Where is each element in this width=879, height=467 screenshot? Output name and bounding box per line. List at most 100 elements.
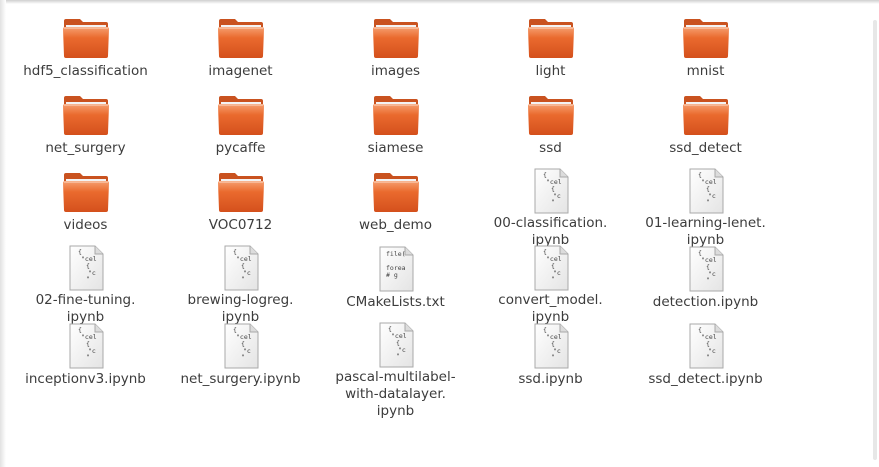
folder-item[interactable]: ssd — [473, 91, 628, 168]
folder-item[interactable]: hdf5_classification — [8, 14, 163, 91]
item-label: 01-learning-lenet. ipynb — [631, 215, 781, 249]
folder-item[interactable]: ssd_detect — [628, 91, 783, 168]
svg-text:": " — [86, 353, 90, 361]
item-label-line: pycaffe — [215, 140, 266, 156]
svg-text:": " — [706, 353, 710, 361]
notebook-file-icon: {"cel{"c " — [682, 322, 730, 370]
svg-text:": " — [396, 352, 400, 360]
file-item[interactable]: {"cel{"c " 02-fine-tuning. ipynb — [8, 245, 163, 325]
folder-icon — [527, 91, 575, 139]
item-label: images — [321, 63, 471, 80]
item-label-line: ipynb — [376, 403, 415, 419]
window-top-edge — [0, 0, 879, 4]
svg-text:# g: # g — [386, 271, 398, 279]
file-item[interactable]: {"cel{"c " detection.ipynb — [628, 245, 783, 322]
item-label-line: with-datalayer. — [345, 386, 446, 402]
folder-item[interactable]: pycaffe — [163, 91, 318, 168]
item-label: ssd.ipynb — [476, 371, 626, 388]
notebook-file-icon: {"cel{"c " — [62, 322, 110, 370]
notebook-file-icon: {"cel{"c " — [217, 322, 265, 370]
item-label: inceptionv3.ipynb — [11, 371, 161, 388]
file-item[interactable]: file(forea # g CMakeLists.txt — [318, 245, 473, 322]
item-label-line: pascal-multilabel- — [335, 369, 456, 385]
item-label-line: hdf5_classification — [23, 63, 148, 79]
file-item[interactable]: {"cel{"c " inceptionv3.ipynb — [8, 322, 163, 399]
item-label-line: images — [370, 63, 421, 79]
folder-icon — [527, 14, 575, 62]
item-label: brewing-logreg. ipynb — [166, 292, 316, 326]
folder-icon — [682, 91, 730, 139]
file-item[interactable]: {"cel{"c " 01-learning-lenet. ipynb — [628, 168, 783, 248]
item-label: 00-classification. ipynb — [476, 215, 626, 249]
item-label: VOC0712 — [166, 217, 316, 234]
item-label: mnist — [631, 63, 781, 80]
item-label: ssd — [476, 140, 626, 157]
item-label: pycaffe — [166, 140, 316, 157]
text-file-icon: file(forea # g — [372, 245, 420, 293]
svg-text:": " — [551, 353, 555, 361]
item-label-line: 01-learning-lenet. — [645, 215, 766, 231]
svg-text:": " — [551, 198, 555, 206]
folder-item[interactable]: videos — [8, 168, 163, 245]
window-left-edge — [0, 0, 6, 467]
file-manager-window: hdf5_classification imagenet images light mn… — [0, 0, 879, 467]
item-label-line: ssd — [539, 140, 562, 156]
item-label-line: 00-classification. — [493, 215, 608, 231]
item-label: ssd_detect.ipynb — [631, 371, 781, 388]
folder-icon — [62, 14, 110, 62]
item-label: ssd_detect — [631, 140, 781, 157]
item-label-line: inceptionv3.ipynb — [25, 371, 146, 387]
item-label: 02-fine-tuning. ipynb — [11, 292, 161, 326]
item-label-line: videos — [63, 217, 108, 233]
scrollbar[interactable] — [873, 20, 877, 460]
item-label: detection.ipynb — [631, 294, 781, 311]
item-label-line: light — [535, 63, 566, 79]
folder-icon — [217, 14, 265, 62]
notebook-file-icon: {"cel{"c " — [372, 322, 420, 368]
file-item[interactable]: {"cel{"c " ssd_detect.ipynb — [628, 322, 783, 399]
file-item[interactable]: {"cel{"c " 00-classification. ipynb — [473, 168, 628, 248]
notebook-file-icon: {"cel{"c " — [682, 245, 730, 293]
file-item[interactable]: {"cel{"c " pascal-multilabel-with-datalaye… — [318, 322, 473, 419]
svg-text:": " — [241, 275, 245, 283]
svg-text:file(: file( — [386, 250, 406, 258]
folder-item[interactable]: web_demo — [318, 168, 473, 245]
file-item[interactable]: {"cel{"c " ssd.ipynb — [473, 322, 628, 399]
item-label-line: ssd_detect — [669, 140, 742, 156]
folder-item[interactable]: imagenet — [163, 14, 318, 91]
item-label-line: mnist — [686, 63, 725, 79]
item-label: pascal-multilabel-with-datalayer. ipynb — [321, 369, 471, 420]
file-item[interactable]: {"cel{"c " brewing-logreg. ipynb — [163, 245, 318, 325]
item-label-line: net_surgery.ipynb — [180, 371, 301, 387]
item-label: web_demo — [321, 217, 471, 234]
folder-icon — [682, 14, 730, 62]
folder-item[interactable]: VOC0712 — [163, 168, 318, 245]
notebook-file-icon: {"cel{"c " — [62, 245, 110, 291]
item-label-line: brewing-logreg. — [187, 292, 294, 308]
folder-item[interactable]: siamese — [318, 91, 473, 168]
notebook-file-icon: {"cel{"c " — [527, 245, 575, 291]
item-label: convert_model. ipynb — [476, 292, 626, 326]
item-label: videos — [11, 217, 161, 234]
item-label-line: 02-fine-tuning. — [35, 292, 136, 308]
notebook-file-icon: {"cel{"c " — [682, 168, 730, 214]
item-label-line: convert_model. — [498, 292, 603, 308]
item-label-line: ssd_detect.ipynb — [648, 371, 763, 387]
item-label-line: imagenet — [208, 63, 273, 79]
item-label: net_surgery.ipynb — [166, 371, 316, 388]
item-label-line: VOC0712 — [208, 217, 273, 233]
notebook-file-icon: {"cel{"c " — [527, 322, 575, 370]
folder-item[interactable]: mnist — [628, 14, 783, 91]
folder-icon — [217, 91, 265, 139]
item-label: imagenet — [166, 63, 316, 80]
folder-item[interactable]: net_surgery — [8, 91, 163, 168]
folder-item[interactable]: images — [318, 14, 473, 91]
file-item[interactable]: {"cel{"c " net_surgery.ipynb — [163, 322, 318, 399]
folder-icon — [372, 14, 420, 62]
svg-text:": " — [86, 275, 90, 283]
file-item[interactable]: {"cel{"c " convert_model. ipynb — [473, 245, 628, 325]
folder-icon — [372, 168, 420, 216]
folder-icon — [62, 91, 110, 139]
item-label: CMakeLists.txt — [321, 294, 471, 311]
folder-item[interactable]: light — [473, 14, 628, 91]
